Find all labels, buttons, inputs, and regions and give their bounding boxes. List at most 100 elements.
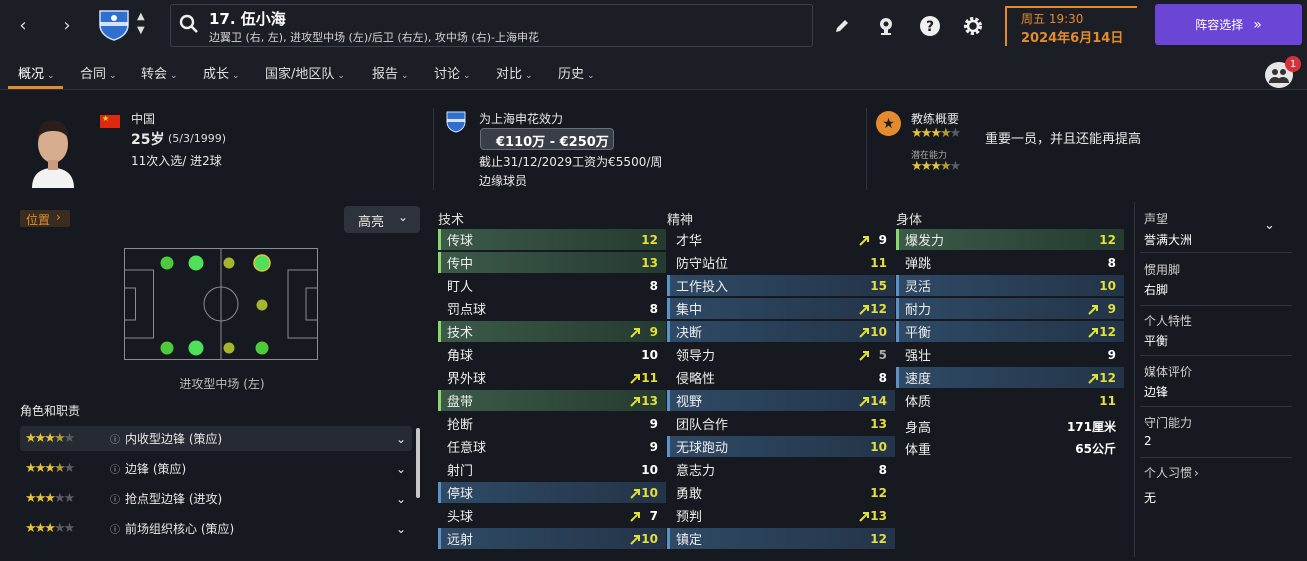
attribute-value: 13 bbox=[870, 508, 887, 523]
attribute-name: 抢断 bbox=[447, 418, 474, 433]
attribute-row[interactable]: 速度 12 bbox=[896, 367, 1124, 388]
role-item[interactable]: ★★★★★ ⓘ 前场组织核心 (策应) ⌄ bbox=[20, 516, 412, 541]
attribute-name: 领导力 bbox=[676, 349, 716, 364]
attribute-row[interactable]: 耐力 9 bbox=[896, 298, 1124, 319]
scout-trophy-icon[interactable] bbox=[874, 14, 898, 38]
tab-contract[interactable]: 合同 ⌄ bbox=[80, 63, 117, 82]
attribute-row[interactable]: 任意球 9 bbox=[438, 436, 666, 457]
attribute-row[interactable]: 强壮 9 bbox=[896, 344, 1124, 365]
attribute-row[interactable]: 抢断 9 bbox=[438, 413, 666, 434]
attribute-row[interactable]: 工作投入 15 bbox=[667, 275, 895, 296]
attribute-row[interactable]: 才华 9 bbox=[667, 229, 895, 250]
attribute-row[interactable]: 决断 10 bbox=[667, 321, 895, 342]
attribute-row[interactable]: 体质 11 bbox=[896, 390, 1124, 411]
highlight-dropdown[interactable]: 高亮 ⌄ bbox=[344, 206, 420, 233]
double-chevron-right-icon: » bbox=[1253, 16, 1262, 33]
attribute-row[interactable]: 传球 12 bbox=[438, 229, 666, 250]
attribute-row[interactable]: 勇敢 12 bbox=[667, 482, 895, 503]
search-icon[interactable] bbox=[179, 14, 199, 38]
info-icon[interactable]: ⓘ bbox=[110, 491, 120, 506]
chevron-down-icon[interactable]: ⌄ bbox=[396, 492, 406, 506]
role-item[interactable]: ★★★★★ ⓘ 抢点型边锋 (进攻) ⌄ bbox=[20, 486, 412, 511]
attribute-name: 决断 bbox=[676, 326, 703, 341]
height-row: 身高 171厘米 bbox=[905, 420, 1116, 436]
attribute-row[interactable]: 视野 14 bbox=[667, 390, 895, 411]
attribute-value: 8 bbox=[649, 278, 658, 293]
attribute-row[interactable]: 团队合作 13 bbox=[667, 413, 895, 434]
tab-history[interactable]: 历史 ⌄ bbox=[558, 63, 595, 82]
roles-scrollbar[interactable] bbox=[416, 428, 420, 498]
back-arrow-icon[interactable]: ‹ bbox=[10, 12, 36, 38]
role-item[interactable]: ★★★★★ ⓘ 内收型边锋 (策应) ⌄ bbox=[20, 426, 412, 451]
chevron-down-icon[interactable]: ⌄ bbox=[396, 522, 406, 536]
attribute-row[interactable]: 盯人 8 bbox=[438, 275, 666, 296]
chevron-down-icon[interactable]: ⌄ bbox=[396, 462, 406, 476]
chevron-down-icon[interactable]: ⌄ bbox=[1264, 218, 1275, 233]
settings-gear-icon[interactable] bbox=[961, 14, 985, 38]
attribute-row[interactable]: 领导力 5 bbox=[667, 344, 895, 365]
progress-arrow-icon bbox=[859, 511, 869, 526]
attribute-value: 9 bbox=[1107, 301, 1116, 316]
attribute-value: 9 bbox=[649, 416, 658, 431]
attribute-row[interactable]: 远射 10 bbox=[438, 528, 666, 549]
squad-selection-button[interactable]: 阵容选择 » bbox=[1155, 4, 1302, 45]
attribute-row[interactable]: 技术 9 bbox=[438, 321, 666, 342]
tab-transfer[interactable]: 转会 ⌄ bbox=[141, 63, 178, 82]
divider bbox=[1134, 202, 1135, 557]
progress-arrow-icon bbox=[630, 511, 640, 526]
attribute-row[interactable]: 无球跑动 10 bbox=[667, 436, 895, 457]
attribute-row[interactable]: 灵活 10 bbox=[896, 275, 1124, 296]
attribute-row[interactable]: 盘带 13 bbox=[438, 390, 666, 411]
position-header[interactable]: 位置 › bbox=[20, 210, 70, 227]
attribute-row[interactable]: 停球 10 bbox=[438, 482, 666, 503]
attribute-value: 10 bbox=[641, 462, 658, 477]
attribute-row[interactable]: 罚点球 8 bbox=[438, 298, 666, 319]
attribute-row[interactable]: 平衡 12 bbox=[896, 321, 1124, 342]
tab-development[interactable]: 成长 ⌄ bbox=[203, 63, 240, 82]
edit-pencil-icon[interactable] bbox=[830, 14, 854, 38]
tab-overview[interactable]: 概况 ⌄ bbox=[18, 63, 55, 82]
attribute-value: 14 bbox=[870, 393, 887, 408]
attribute-name: 盘带 bbox=[447, 395, 474, 410]
date-day-time: 周五 19:30 bbox=[1021, 12, 1084, 26]
attribute-row[interactable]: 镇定 12 bbox=[667, 528, 895, 549]
player-switch-arrows-icon[interactable]: ▲ ▼ bbox=[137, 10, 145, 38]
role-item[interactable]: ★★★★★ ⓘ 边锋 (策应) ⌄ bbox=[20, 456, 412, 481]
player-header-box[interactable]: 17. 伍小海 边翼卫 (右, 左), 进攻型中场 (左)/后卫 (右左), 攻… bbox=[170, 4, 813, 47]
attribute-row[interactable]: 角球 10 bbox=[438, 344, 666, 365]
tab-compare[interactable]: 对比 ⌄ bbox=[496, 63, 533, 82]
goalkeeping-value: 2 bbox=[1144, 434, 1152, 448]
attribute-row[interactable]: 集中 12 bbox=[667, 298, 895, 319]
attribute-value: 10 bbox=[641, 485, 658, 500]
position-dots bbox=[160, 254, 271, 356]
info-icon[interactable]: ⓘ bbox=[110, 461, 120, 476]
player-traits-label[interactable]: 个人习惯 › bbox=[1144, 464, 1199, 481]
attribute-row[interactable]: 界外球 11 bbox=[438, 367, 666, 388]
attribute-row[interactable]: 射门 10 bbox=[438, 459, 666, 480]
attribute-name: 无球跑动 bbox=[676, 441, 729, 456]
progress-arrow-icon bbox=[630, 534, 640, 549]
attribute-row[interactable]: 弹跳 8 bbox=[896, 252, 1124, 273]
reputation-label: 声望 bbox=[1144, 212, 1169, 226]
tab-discuss[interactable]: 讨论 ⌄ bbox=[434, 63, 471, 82]
attribute-row[interactable]: 侵略性 8 bbox=[667, 367, 895, 388]
role-stars: ★★★★★ bbox=[25, 461, 75, 476]
info-icon[interactable]: ⓘ bbox=[110, 431, 120, 446]
attribute-row[interactable]: 传中 13 bbox=[438, 252, 666, 273]
forward-arrow-icon[interactable]: › bbox=[54, 12, 80, 38]
attribute-row[interactable]: 爆发力 12 bbox=[896, 229, 1124, 250]
club-crest-icon[interactable] bbox=[96, 8, 132, 42]
info-icon[interactable]: ⓘ bbox=[110, 521, 120, 536]
chevron-down-icon[interactable]: ⌄ bbox=[396, 432, 406, 446]
transfer-value-pill[interactable]: €110万 - €250万 bbox=[480, 128, 614, 150]
tab-national-team[interactable]: 国家/地区队 ⌄ bbox=[265, 63, 345, 82]
club-badge-icon bbox=[444, 110, 468, 138]
tab-reports[interactable]: 报告 ⌄ bbox=[372, 63, 409, 82]
help-icon[interactable]: ? bbox=[918, 14, 942, 38]
attribute-value: 9 bbox=[878, 232, 887, 247]
attribute-row[interactable]: 防守站位 11 bbox=[667, 252, 895, 273]
date-panel[interactable]: 周五 19:30 2024年6月14日 bbox=[1005, 6, 1137, 46]
attribute-row[interactable]: 预判 13 bbox=[667, 505, 895, 526]
attribute-row[interactable]: 头球 7 bbox=[438, 505, 666, 526]
attribute-row[interactable]: 意志力 8 bbox=[667, 459, 895, 480]
